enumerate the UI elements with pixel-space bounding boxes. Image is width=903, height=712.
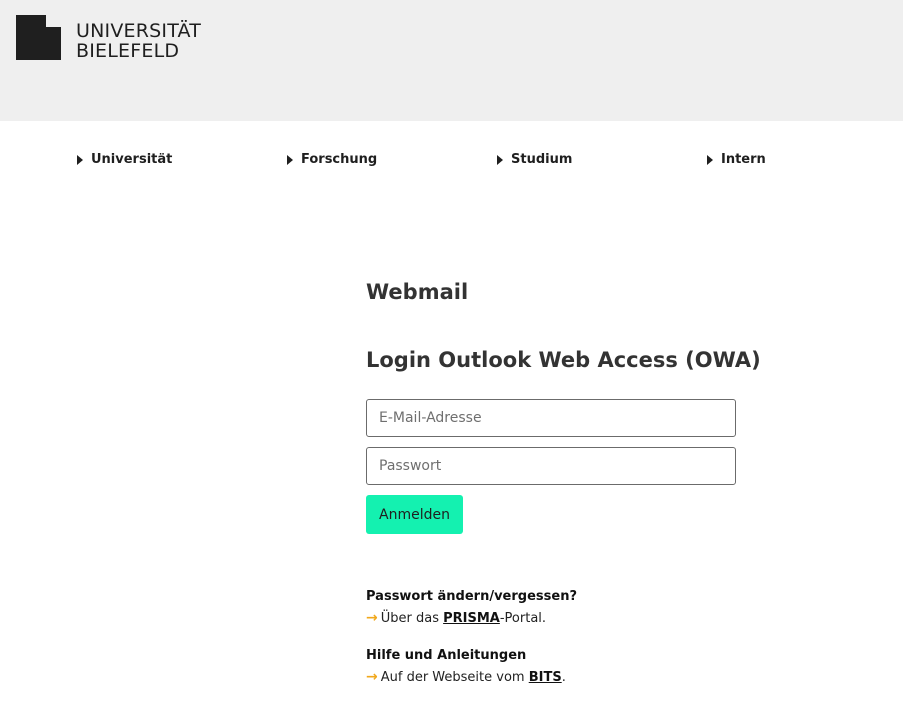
password-field[interactable] (366, 447, 736, 485)
nav-item-studium[interactable]: Studium (497, 152, 572, 167)
logo-line-2: BIELEFELD (76, 40, 180, 62)
password-help-suffix: -Portal. (499, 610, 547, 626)
login-heading: Login Outlook Web Access (OWA) (366, 348, 761, 372)
arrow-right-icon: → (366, 669, 378, 685)
help-guides-line: → Auf der Webseite vom BITS. (366, 669, 566, 685)
nav-item-forschung[interactable]: Forschung (287, 152, 377, 167)
nav-item-label: Universität (91, 152, 173, 167)
site-header: UNIVERSITÄT BIELEFELD (0, 0, 903, 121)
triangle-right-icon (77, 154, 83, 165)
password-help-title: Passwort ändern/vergessen? (366, 589, 577, 604)
nav-item-universitaet[interactable]: Universität (77, 152, 172, 167)
triangle-right-icon (707, 154, 713, 165)
prisma-link[interactable]: PRISMA (443, 611, 500, 626)
triangle-right-icon (287, 154, 293, 165)
page-title: Webmail (366, 280, 469, 304)
logo-line-1: UNIVERSITÄT (76, 20, 202, 42)
nav-item-label: Studium (511, 152, 573, 167)
logo-wordmark: UNIVERSITÄT BIELEFELD (76, 21, 201, 61)
help-guides-suffix: . (561, 669, 566, 685)
nav-item-label: Intern (721, 152, 766, 167)
help-guides-title: Hilfe und Anleitungen (366, 648, 527, 663)
university-logo[interactable]: UNIVERSITÄT BIELEFELD (16, 15, 201, 61)
bits-link[interactable]: BITS (529, 670, 562, 685)
email-field[interactable] (366, 399, 736, 437)
arrow-right-icon: → (366, 610, 378, 626)
nav-item-label: Forschung (301, 152, 378, 167)
password-help-line: → Über das PRISMA -Portal. (366, 610, 546, 626)
login-button[interactable]: Anmelden (366, 495, 463, 534)
password-help-prefix: Über das (380, 610, 439, 626)
triangle-right-icon (497, 154, 503, 165)
nav-item-intern[interactable]: Intern (707, 152, 766, 167)
main-navigation: Universität Forschung Studium Intern (0, 152, 903, 170)
help-guides-prefix: Auf der Webseite vom (380, 669, 525, 685)
logo-mark-icon (16, 15, 61, 60)
